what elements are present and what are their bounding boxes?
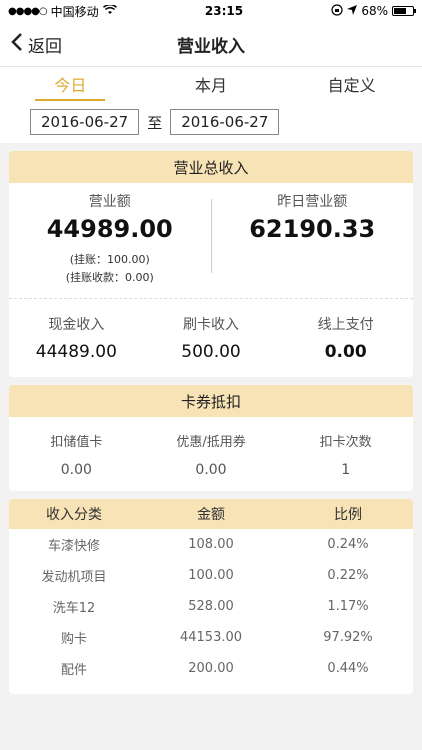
revenue-value: 44989.00 [46,215,173,243]
tab-custom[interactable]: 自定义 [281,67,422,101]
stored-value-value: 0.00 [60,461,92,478]
tab-this-month[interactable]: 本月 [141,67,282,101]
card-count-label: 扣卡次数 [319,434,372,450]
income-breakdown-table: 收入分类 金额 比例 车漆快修 108.00 0.24% 发动机项目 100.0… [9,499,413,694]
signal-icon: ●●●●○ [8,5,48,17]
back-label: 返回 [28,36,62,57]
column-header-amount: 金额 [197,507,225,523]
cash-income-label: 现金收入 [48,317,105,333]
start-date-field[interactable]: 2016-06-27 [30,109,140,135]
card-count-value: 1 [341,461,351,478]
column-header-ratio: 比例 [334,507,362,523]
total-revenue-header: 营业总收入 [9,151,413,183]
location-icon [347,4,358,18]
table-row: 购卡 44153.00 97.92% [9,622,413,653]
rotation-lock-icon [331,3,343,19]
row-amount: 100.00 [188,568,234,583]
on-account-received-text: (挂账收款：0.00) [65,271,154,284]
voucher-value: 0.00 [195,461,227,478]
cash-income-value: 44489.00 [35,342,117,362]
total-revenue-card: 营业总收入 营业额 44989.00 (挂账：100.00) (挂账收款：0.0… [9,151,413,377]
row-amount: 108.00 [188,537,234,552]
period-tabs: 今日 本月 自定义 [0,67,422,101]
table-row: 发动机项目 100.00 0.22% [9,560,413,591]
column-header-category: 收入分类 [46,507,102,523]
battery-icon [392,6,416,16]
battery-percent: 68% [361,4,388,18]
status-bar: ●●●●○ 中国移动 23:15 68% [0,0,422,22]
revenue-label: 营业额 [88,194,131,210]
table-row: 洗车12 528.00 1.17% [9,591,413,622]
card-income-value: 500.00 [181,342,241,362]
yesterday-revenue-value: 62190.33 [249,215,376,243]
row-amount: 44153.00 [179,630,243,645]
table-row: 配件 200.00 0.44% [9,653,413,684]
navigation-bar: 返回 营业收入 [0,22,422,67]
row-ratio: 0.22% [327,568,369,583]
row-category: 发动机项目 [41,570,107,585]
back-button[interactable]: 返回 [10,22,62,66]
row-amount: 528.00 [188,599,234,614]
stored-value-label: 扣储值卡 [50,434,103,450]
row-category: 车漆快修 [47,539,100,554]
yesterday-revenue-label: 昨日营业额 [277,194,348,210]
voucher-label: 优惠/抵用券 [176,434,246,450]
carrier-name: 中国移动 [50,4,99,19]
row-category: 配件 [60,663,87,678]
row-amount: 200.00 [188,661,234,676]
date-separator: 至 [147,113,163,132]
row-category: 购卡 [60,632,87,647]
coupon-deduction-card: 卡券抵扣 扣储值卡 0.00 优惠/抵用券 0.00 扣卡次数 1 [9,385,413,491]
end-date-field[interactable]: 2016-06-27 [170,109,280,135]
table-header: 收入分类 金额 比例 [9,499,413,529]
online-payment-value: 0.00 [324,342,367,362]
chevron-left-icon [10,32,24,57]
row-ratio: 0.44% [327,661,369,676]
clock: 23:15 [204,4,244,18]
online-payment-label: 线上支付 [317,317,374,333]
wifi-icon [102,3,117,18]
page-title: 营业收入 [177,36,245,57]
row-ratio: 1.17% [327,599,369,614]
date-range: 2016-06-27 至 2016-06-27 [0,101,422,143]
table-row: 车漆快修 108.00 0.24% [9,529,413,560]
row-ratio: 97.92% [323,630,373,645]
coupon-deduction-header: 卡券抵扣 [9,385,413,417]
tab-today[interactable]: 今日 [0,67,141,101]
on-account-text: (挂账：100.00) [69,253,150,266]
card-income-label: 刷卡收入 [183,317,239,333]
row-ratio: 0.24% [327,537,369,552]
row-category: 洗车12 [52,601,96,616]
